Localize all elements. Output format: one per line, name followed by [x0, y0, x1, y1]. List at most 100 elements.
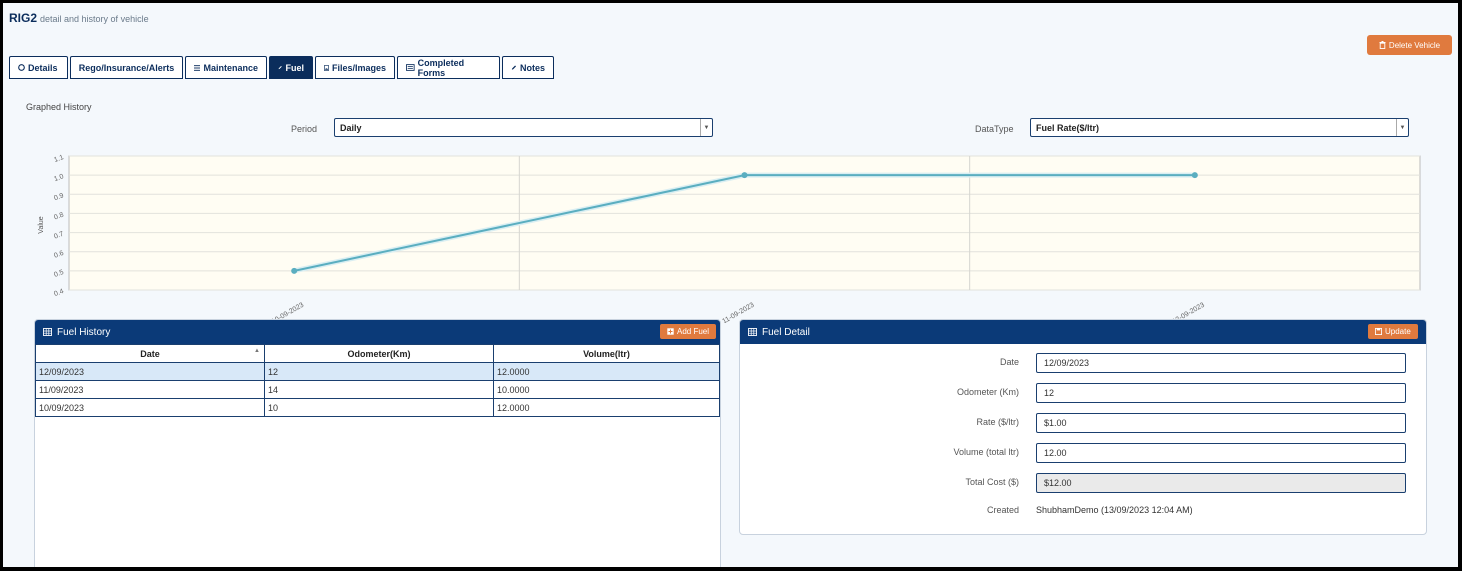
odometer-field[interactable]: 12 — [1036, 383, 1406, 403]
column-volume[interactable]: Volume(ltr) — [493, 344, 720, 363]
column-volume-label: Volume(ltr) — [583, 348, 630, 359]
update-button[interactable]: Update — [1368, 324, 1418, 339]
fuel-detail-header: Fuel Detail Update — [740, 320, 1426, 344]
date-row: Date 12/09/2023 — [740, 353, 1426, 373]
tab-notes-label: Notes — [519, 62, 545, 73]
sort-icon: ▲ — [254, 348, 260, 354]
total-cost-field: $12.00 — [1036, 473, 1406, 493]
datatype-value: Fuel Rate($/ltr) — [1036, 122, 1100, 133]
fuel-history-panel: Fuel History Add Fuel Date ▲ Odometer(Km)… — [34, 319, 721, 567]
y-tick-label: 0.9 — [53, 192, 65, 202]
table-row[interactable]: 12/09/2023 12 12.0000 — [35, 362, 720, 381]
tab-fuel-label: Fuel — [285, 62, 304, 73]
tab-completed-forms-label: Completed Forms — [417, 57, 465, 78]
update-label: Update — [1385, 327, 1411, 336]
chevron-down-icon: ▼ — [700, 119, 712, 136]
pencil-icon — [511, 65, 517, 70]
total-cost-row: Total Cost ($) $12.00 — [740, 473, 1426, 493]
rate-row: Rate ($/ltr) $1.00 — [740, 413, 1426, 433]
table-cell: 12 — [264, 362, 494, 381]
tab-completed-forms[interactable]: Completed Forms — [397, 56, 500, 79]
table-cell: 11/09/2023 — [35, 380, 265, 399]
form-icon — [406, 64, 415, 71]
total-cost-label: Total Cost ($) — [965, 477, 1019, 487]
plus-square-icon — [667, 328, 674, 335]
tab-notes[interactable]: Notes — [502, 56, 554, 79]
date-label: Date — [999, 357, 1019, 367]
tab-maintenance[interactable]: Maintenance — [185, 56, 267, 79]
volume-label: Volume (total ltr) — [953, 447, 1019, 457]
tab-details[interactable]: Details — [9, 56, 68, 79]
created-label: Created — [986, 505, 1019, 515]
y-tick-label: 1.1 — [53, 154, 65, 164]
table-icon — [748, 328, 757, 336]
table-cell: 12/09/2023 — [35, 362, 265, 381]
app-frame: RIG2 detail and history of vehicle Delete… — [3, 3, 1458, 567]
tab-maintenance-label: Maintenance — [203, 62, 258, 73]
circle-icon — [18, 64, 25, 71]
table-row[interactable]: 11/09/2023 14 10.0000 — [35, 380, 720, 399]
fuel-detail-title: Fuel Detail — [762, 326, 810, 338]
table-row[interactable]: 10/09/2023 10 12.0000 — [35, 398, 720, 417]
table-cell: 12.0000 — [493, 398, 720, 417]
page-title: RIG2 — [9, 11, 38, 25]
tab-files-images[interactable]: Files/Images — [315, 56, 395, 79]
fuel-detail-panel: Fuel Detail Update Date 12/09/2023 Odome… — [739, 319, 1427, 535]
tab-rego-label: Rego/Insurance/Alerts — [78, 62, 175, 73]
volume-field[interactable]: 12.00 — [1036, 443, 1406, 463]
y-tick-label: 0.5 — [53, 269, 65, 279]
period-label: Period — [291, 124, 318, 134]
fuel-history-title: Fuel History — [57, 326, 111, 338]
y-tick-label: 0.6 — [53, 250, 65, 260]
date-field[interactable]: 12/09/2023 — [1036, 353, 1406, 373]
table-header-row: Date ▲ Odometer(Km) Volume(ltr) — [35, 344, 720, 363]
save-icon — [1375, 328, 1382, 335]
add-fuel-label: Add Fuel — [677, 327, 710, 336]
created-row: Created ShubhamDemo (13/09/2023 12:04 AM… — [740, 501, 1426, 521]
tab-files-label: Files/Images — [331, 62, 386, 73]
odometer-row: Odometer (Km) 12 — [740, 383, 1426, 403]
column-odometer[interactable]: Odometer(Km) — [264, 344, 494, 363]
tab-bar: Details Rego/Insurance/Alerts Maintenanc… — [9, 56, 554, 79]
tab-rego-insurance-alerts[interactable]: Rego/Insurance/Alerts — [70, 56, 183, 79]
column-odometer-label: Odometer(Km) — [347, 348, 411, 359]
tab-details-label: Details — [28, 62, 58, 73]
y-tick-label: 1.0 — [53, 173, 65, 183]
table-icon — [43, 328, 52, 336]
tab-fuel[interactable]: Fuel — [269, 56, 313, 79]
y-tick-label: 0.4 — [53, 288, 65, 298]
trash-icon — [1379, 41, 1386, 49]
delete-vehicle-label: Delete Vehicle — [1388, 40, 1441, 50]
fuel-rate-chart: 0.40.50.60.70.80.91.01.1Value10-09-2023 1… — [38, 154, 1421, 323]
period-select[interactable]: Daily ▼ — [334, 118, 713, 137]
y-tick-label: 0.7 — [53, 231, 65, 241]
graphed-history-label: Graphed History — [26, 102, 92, 112]
chevron-down-icon: ▼ — [1396, 119, 1408, 136]
data-point — [1191, 172, 1198, 179]
period-value: Daily — [340, 122, 362, 133]
delete-vehicle-button[interactable]: Delete Vehicle — [1367, 35, 1452, 55]
fuel-history-header: Fuel History Add Fuel — [35, 320, 720, 344]
odometer-label: Odometer (Km) — [956, 387, 1019, 397]
datatype-select[interactable]: Fuel Rate($/ltr) ▼ — [1030, 118, 1409, 137]
page-subtitle: detail and history of vehicle — [40, 14, 149, 24]
column-date[interactable]: Date ▲ — [35, 344, 265, 363]
table-cell: 14 — [264, 380, 494, 399]
column-date-label: Date — [140, 348, 160, 359]
list-icon — [194, 64, 201, 71]
table-cell: 10 — [264, 398, 494, 417]
table-cell: 12.0000 — [493, 362, 720, 381]
rate-label: Rate ($/ltr) — [976, 417, 1019, 427]
y-tick-label: 0.8 — [53, 212, 65, 222]
table-cell: 10.0000 — [493, 380, 720, 399]
fuel-history-table: Date ▲ Odometer(Km) Volume(ltr) 12/09/202… — [35, 344, 720, 417]
pencil-icon — [278, 65, 282, 70]
y-axis-label: Value — [38, 216, 45, 233]
datatype-label: DataType — [975, 124, 1014, 134]
add-fuel-button[interactable]: Add Fuel — [660, 324, 717, 339]
table-cell: 10/09/2023 — [35, 398, 265, 417]
rate-field[interactable]: $1.00 — [1036, 413, 1406, 433]
volume-row: Volume (total ltr) 12.00 — [740, 443, 1426, 463]
image-icon — [324, 64, 329, 71]
created-value: ShubhamDemo (13/09/2023 12:04 AM) — [1036, 505, 1193, 515]
